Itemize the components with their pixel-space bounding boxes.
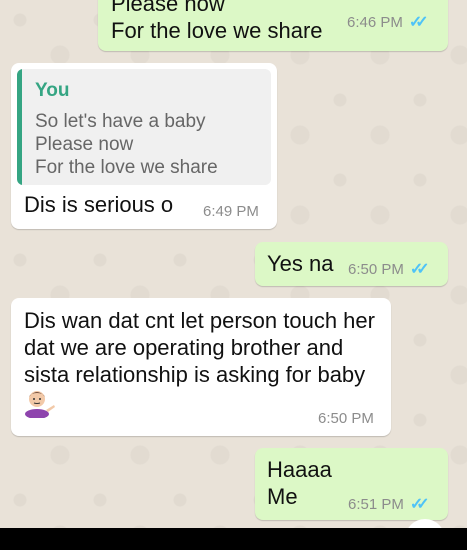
message-meta: 6:49 PM [203, 203, 259, 220]
read-ticks-icon: ✓✓ [409, 496, 430, 513]
quoted-message[interactable]: You So let's have a baby Please now For … [17, 69, 271, 185]
message-time: 6:50 PM [318, 410, 374, 427]
message-bubble-incoming[interactable]: You So let's have a baby Please now For … [11, 63, 277, 229]
quote-author: You [35, 80, 70, 101]
message-time: 6:49 PM [203, 203, 259, 220]
message-bubble-outgoing[interactable]: Please now For the love we share 6:46 PM… [98, 0, 448, 51]
message-time: 6:46 PM [347, 13, 403, 31]
message-meta: 6:50 PM [318, 410, 374, 427]
message-meta: 6:51 PM ✓✓ [348, 494, 430, 514]
message-text-container: Dis wan dat cnt let person touch her dat… [24, 307, 384, 418]
message-bubble-outgoing[interactable]: Yes na 6:50 PM ✓✓ [255, 242, 448, 286]
read-ticks-icon: ✓✓ [408, 14, 429, 31]
message-text: Haaaa Me [267, 457, 332, 509]
quote-text: So let's have a baby Please now For the … [35, 111, 218, 178]
message-time: 6:51 PM [348, 495, 404, 513]
read-ticks-icon: ✓✓ [409, 261, 430, 278]
man-shrugging-emoji-icon [25, 391, 55, 418]
message-text: Please now For the love we share [111, 0, 323, 43]
bottom-bar [0, 528, 467, 550]
message-bubble-outgoing[interactable]: Haaaa Me 6:51 PM ✓✓ [255, 448, 448, 520]
message-meta: 6:46 PM ✓✓ [347, 12, 429, 32]
message-bubble-incoming[interactable]: Dis wan dat cnt let person touch her dat… [11, 298, 391, 436]
message-text: Dis wan dat cnt let person touch her dat… [24, 308, 375, 387]
quote-accent-bar [17, 69, 22, 185]
message-meta: 6:50 PM ✓✓ [348, 259, 430, 279]
message-text: Yes na [267, 251, 334, 276]
message-time: 6:50 PM [348, 260, 404, 278]
message-text: Dis is serious o [24, 192, 174, 217]
